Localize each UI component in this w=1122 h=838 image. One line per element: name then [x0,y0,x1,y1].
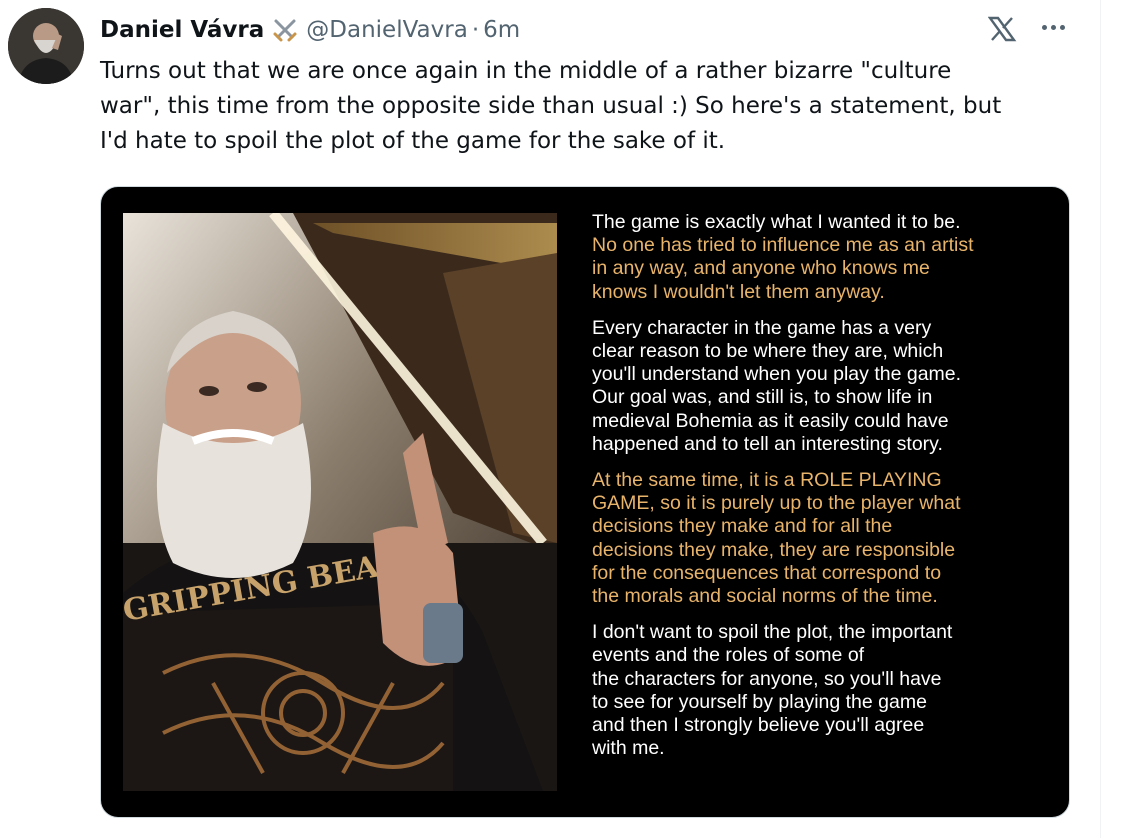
x-logo-icon[interactable] [987,16,1018,42]
meta-separator: · [471,17,480,43]
statement-paragraph: Every character in the game has a very c… [592,316,962,455]
media-attachment[interactable]: GRIPPING BEAST The game is exactly what … [100,186,1070,818]
author-name[interactable]: Daniel Vávra [100,14,264,46]
statement-paragraph: At the same time, it is a ROLE PLAYING G… [592,469,961,608]
photo-of-bearded-man-pointing-up: GRIPPING BEAST [123,213,557,791]
column-divider [1100,0,1101,838]
avatar[interactable] [8,8,84,84]
tweet-header: Daniel Vávra @DanielVavra · 6m [100,14,520,46]
statement-paragraph: The game is exactly what I wanted it to … [592,211,1052,304]
statement-paragraph: I don't want to spoil the plot, the impo… [592,621,953,760]
crossed-swords-icon [272,17,298,43]
tweet-timestamp[interactable]: 6m [483,14,520,46]
more-options-icon[interactable] [1036,12,1070,42]
author-handle[interactable]: @DanielVavra [306,14,468,46]
statement-text: The game is exactly what I wanted it to … [592,211,1052,773]
tweet-text: Turns out that we are once again in the … [100,58,1002,154]
statement-paragraph-text: No one has tried to influence me as an a… [592,234,974,303]
statement-lead: The game is exactly what I wanted it to … [592,211,961,233]
